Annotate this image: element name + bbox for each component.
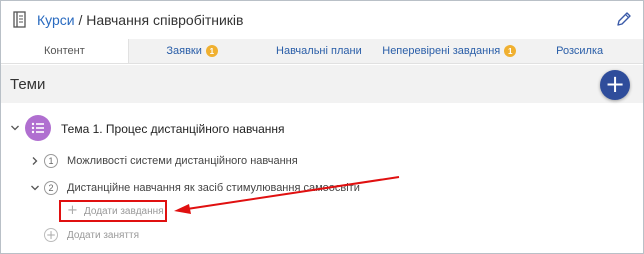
tab-label: Контент [44,45,85,57]
window-frame: Курси / Навчання співробітників Контент … [0,0,644,254]
list-icon [31,122,44,134]
breadcrumb-courses-link[interactable]: Курси [37,12,75,28]
page-title: Навчання співробітників [86,12,244,28]
topic-title[interactable]: Тема 1. Процес дистанційного навчання [61,122,285,136]
count-badge: 1 [205,45,218,57]
tab-label: Заявки [166,45,202,57]
tab-label: Розсилка [556,45,604,57]
tab-unchecked-tasks[interactable]: Неперевірені завдання 1 [382,39,517,63]
tab-label: Неперевірені завдання [382,45,501,57]
tab-applications[interactable]: Заявки 1 [129,39,256,63]
chevron-down-icon[interactable] [30,183,40,193]
tab-mailing[interactable]: Розсилка [516,39,643,63]
page-header: Курси / Навчання співробітників [1,1,643,39]
tab-content[interactable]: Контент [1,39,129,63]
themes-section-header: Теми [1,65,643,103]
lesson-number: 2 [44,181,58,195]
annotation-highlight-box [59,200,167,222]
topic-icon [25,115,51,141]
tab-bar: Контент Заявки 1 Навчальні плани Неперев… [1,39,643,64]
lesson-title[interactable]: Можливості системи дистанційного навчанн… [67,155,298,167]
add-theme-button[interactable]: + [600,70,630,100]
chevron-down-icon[interactable] [10,123,20,133]
section-title: Теми [10,76,46,93]
lesson-title[interactable]: Дистанційне навчання як засіб стимулюван… [67,182,360,194]
add-lesson-link[interactable]: Додати заняття [67,230,139,241]
tab-label: Навчальні плани [276,45,362,57]
breadcrumb: Курси / Навчання співробітників [37,12,243,28]
plus-circle-icon[interactable]: + [44,228,58,242]
lesson-number: 1 [44,154,58,168]
course-book-icon [13,11,26,28]
breadcrumb-separator: / [74,12,87,28]
chevron-right-icon[interactable] [30,156,40,166]
count-badge: 1 [504,45,517,57]
pencil-icon[interactable] [615,10,633,28]
tab-study-plans[interactable]: Навчальні плани [256,39,383,63]
